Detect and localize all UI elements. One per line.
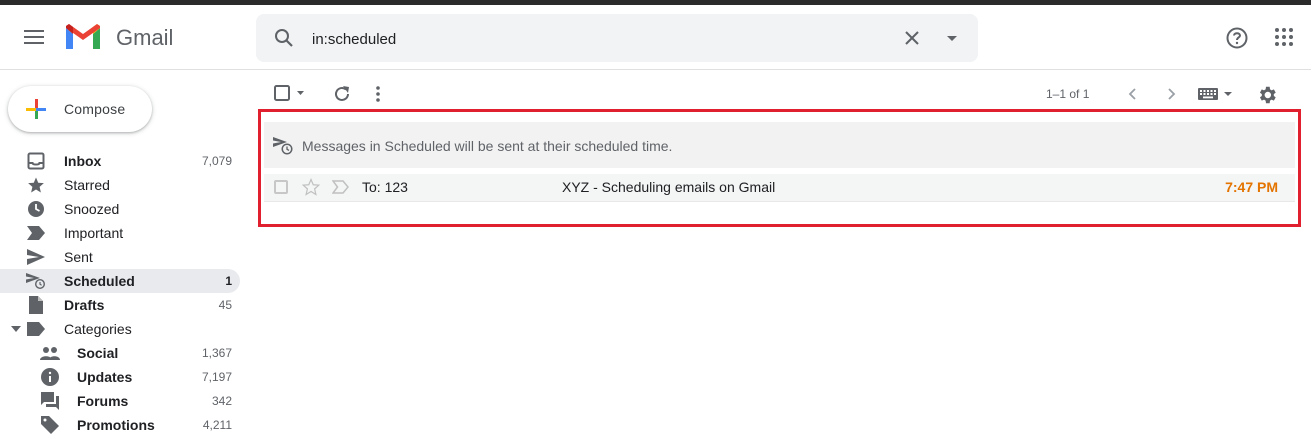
sidebar-item-label: Starred — [64, 177, 110, 193]
app-name: Gmail — [116, 25, 174, 50]
search-icon[interactable] — [272, 26, 296, 55]
sidebar-item-label: Promotions — [77, 417, 155, 433]
inbox-icon — [26, 152, 46, 170]
search-options-dropdown-icon[interactable] — [940, 26, 964, 55]
mail-toolbar: 1–1 of 1 — [256, 80, 1306, 108]
sidebar-item-label: Snoozed — [64, 201, 120, 217]
scheduled-send-icon — [26, 272, 46, 290]
search-bar — [256, 14, 978, 62]
header: Gmail — [0, 5, 1311, 70]
search-input[interactable] — [310, 25, 874, 53]
sidebar-item-social[interactable]: Social 1,367 — [0, 341, 240, 365]
sidebar-item-label: Social — [77, 345, 119, 361]
older-page-icon[interactable] — [1164, 84, 1180, 104]
message-subject: XYZ - Scheduling emails on Gmail — [562, 179, 776, 195]
sidebar-item-label: Inbox — [64, 153, 102, 169]
expand-caret-icon[interactable] — [11, 326, 21, 332]
sidebar-item-label: Important — [64, 225, 124, 241]
importance-marker-icon[interactable] — [331, 180, 350, 199]
hamburger-menu-icon — [24, 30, 44, 44]
sidebar-item-promotions[interactable]: Promotions 4,211 — [0, 413, 240, 437]
scheduled-send-icon — [272, 136, 294, 161]
sidebar-item-categories[interactable]: Categories — [0, 317, 240, 341]
sidebar-item-snoozed[interactable]: Snoozed — [0, 197, 240, 221]
compose-button[interactable]: Compose — [8, 86, 152, 132]
info-icon — [40, 368, 60, 386]
forum-icon — [40, 392, 60, 410]
sidebar-item-label: Scheduled — [64, 273, 135, 289]
newer-page-icon[interactable] — [1124, 84, 1140, 104]
scheduled-notice-banner: Messages in Scheduled will be sent at th… — [264, 122, 1295, 168]
sidebar-item-label: Drafts — [64, 297, 105, 313]
help-icon[interactable] — [1224, 25, 1250, 56]
sidebar-item-updates[interactable]: Updates 7,197 — [0, 365, 240, 389]
pagination-text: 1–1 of 1 — [1046, 87, 1090, 101]
star-outline-icon[interactable] — [301, 177, 321, 201]
settings-gear-icon[interactable] — [1256, 84, 1278, 106]
sidebar-item-count: 342 — [211, 394, 232, 408]
sidebar-item-drafts[interactable]: Drafts 45 — [0, 293, 240, 317]
gmail-m-icon — [66, 24, 100, 49]
google-apps-icon[interactable] — [1272, 25, 1296, 54]
sidebar-item-count: 1 — [225, 274, 232, 288]
notice-text: Messages in Scheduled will be sent at th… — [302, 138, 673, 154]
label-icon — [26, 320, 46, 338]
sidebar-item-label: Updates — [77, 369, 133, 385]
compose-label: Compose — [64, 101, 126, 117]
tag-icon — [40, 416, 60, 434]
message-row[interactable]: To: 123 XYZ - Scheduling emails on Gmail… — [264, 174, 1295, 202]
draft-icon — [26, 296, 46, 314]
more-options-icon[interactable] — [374, 84, 382, 104]
message-scheduled-time: 7:47 PM — [1225, 179, 1278, 195]
sidebar-item-important[interactable]: Important — [0, 221, 240, 245]
sidebar-item-label: Categories — [64, 321, 132, 337]
main-menu-button[interactable] — [20, 23, 48, 51]
sidebar-nav: Inbox 7,079 Starred Snoozed Important Se… — [0, 149, 240, 437]
refresh-icon[interactable] — [332, 84, 352, 104]
input-tools-keyboard-icon[interactable] — [1197, 84, 1235, 104]
sidebar-item-label: Forums — [77, 393, 129, 409]
sidebar-item-label: Sent — [64, 249, 93, 265]
compose-plus-icon — [26, 99, 46, 119]
sidebar-item-forums[interactable]: Forums 342 — [0, 389, 240, 413]
message-select-checkbox[interactable] — [274, 180, 288, 194]
important-icon — [26, 224, 46, 242]
sidebar-item-inbox[interactable]: Inbox 7,079 — [0, 149, 240, 173]
clock-icon — [26, 200, 46, 218]
sidebar-item-starred[interactable]: Starred — [0, 173, 240, 197]
clear-search-icon[interactable] — [900, 26, 924, 55]
sidebar-item-count: 7,079 — [201, 154, 232, 168]
sidebar-item-count: 1,367 — [201, 346, 232, 360]
star-icon — [26, 176, 46, 194]
sidebar-item-count: 4,211 — [202, 418, 232, 432]
sidebar-item-sent[interactable]: Sent — [0, 245, 240, 269]
gmail-logo[interactable] — [64, 23, 104, 53]
message-recipient: To: 123 — [362, 179, 408, 195]
people-icon — [40, 344, 60, 362]
sidebar-item-count: 7,197 — [201, 370, 232, 384]
send-icon — [26, 248, 46, 266]
sidebar-item-count: 45 — [218, 298, 232, 312]
select-all-checkbox[interactable] — [273, 84, 307, 102]
sidebar-item-scheduled[interactable]: Scheduled 1 — [0, 269, 240, 293]
